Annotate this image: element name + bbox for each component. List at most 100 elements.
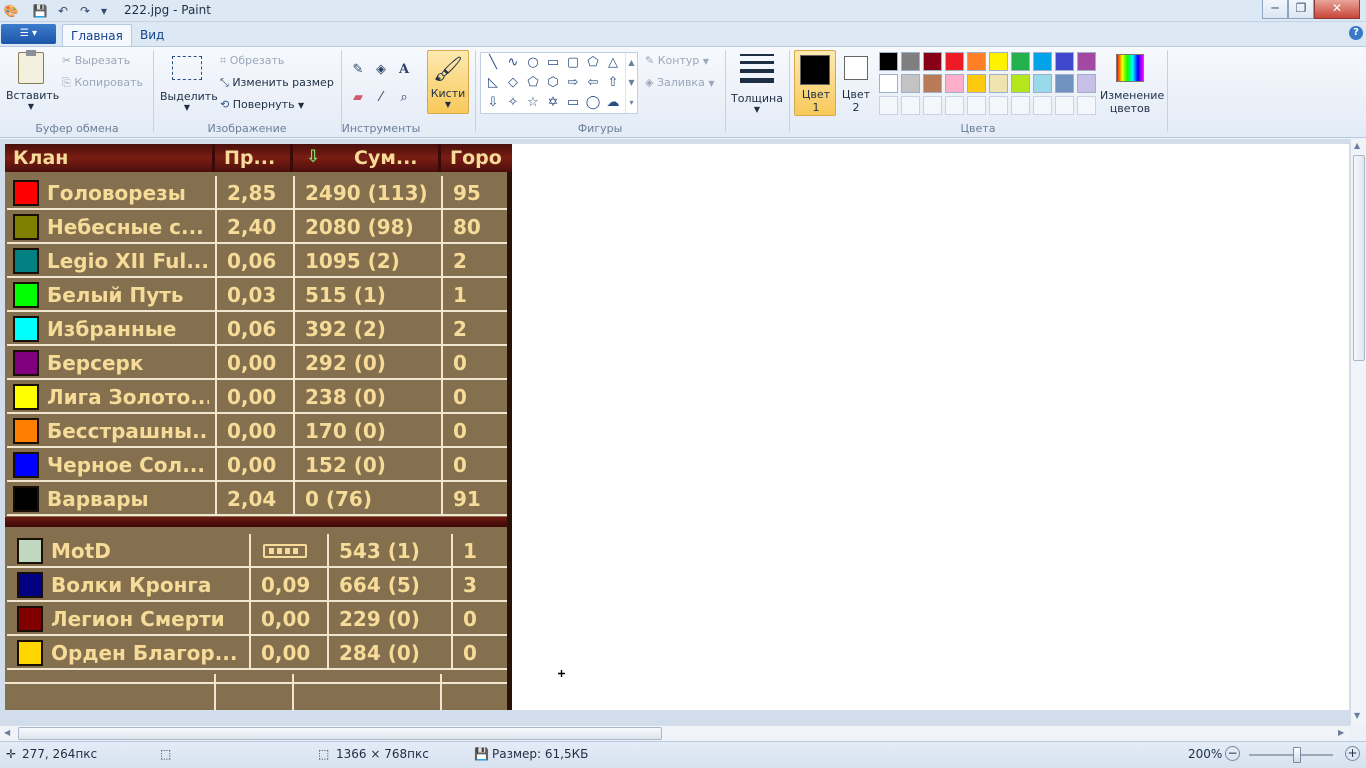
curve-shape-icon[interactable]: ∿ bbox=[503, 53, 523, 73]
pencil-icon[interactable]: ✎ bbox=[348, 60, 368, 80]
hexagon-shape-icon[interactable]: ⬡ bbox=[543, 73, 563, 93]
color-picker-icon[interactable]: ⁄ bbox=[371, 88, 391, 108]
zoom-slider-track[interactable] bbox=[1249, 754, 1333, 756]
scroll-down-icon[interactable]: ▼ bbox=[1354, 711, 1360, 720]
custom-color-slot[interactable] bbox=[879, 96, 898, 115]
oval-callout-shape-icon[interactable]: ◯ bbox=[583, 93, 603, 113]
fill-button[interactable]: ◈ Заливка ▼ bbox=[645, 76, 714, 89]
oval-shape-icon[interactable]: ○ bbox=[523, 53, 543, 73]
palette-swatch[interactable] bbox=[1055, 52, 1074, 71]
palette-swatch[interactable] bbox=[945, 52, 964, 71]
six-point-star-shape-icon[interactable]: ✡ bbox=[543, 93, 563, 113]
palette-swatch[interactable] bbox=[1077, 74, 1096, 93]
up-arrow-shape-icon[interactable]: ⇧ bbox=[603, 73, 623, 93]
rectangle-shape-icon[interactable]: ▭ bbox=[543, 53, 563, 73]
palette-swatch[interactable] bbox=[923, 74, 942, 93]
eraser-icon[interactable]: ▰ bbox=[348, 88, 368, 108]
palette-swatch[interactable] bbox=[967, 74, 986, 93]
left-arrow-shape-icon[interactable]: ⇦ bbox=[583, 73, 603, 93]
palette-swatch[interactable] bbox=[901, 74, 920, 93]
undo-icon[interactable]: ↶ bbox=[55, 3, 71, 19]
palette-swatch[interactable] bbox=[1033, 74, 1052, 93]
file-menu-button[interactable]: ☰ ▾ bbox=[1, 24, 56, 44]
custom-color-slot[interactable] bbox=[989, 96, 1008, 115]
close-button[interactable]: ✕ bbox=[1314, 0, 1360, 19]
grid-line bbox=[451, 534, 453, 568]
palette-swatch[interactable] bbox=[1011, 52, 1030, 71]
color1-button[interactable]: Цвет 1 bbox=[794, 50, 836, 116]
paint-app-icon[interactable]: 🎨 bbox=[3, 3, 19, 19]
crop-button[interactable]: ⌗ Обрезать bbox=[220, 54, 284, 68]
cut-button[interactable]: ✂ Вырезать bbox=[62, 54, 130, 67]
save-icon[interactable]: 💾 bbox=[32, 3, 48, 19]
horizontal-scrollbar[interactable]: ◀ ▶ bbox=[0, 725, 1350, 741]
rounded-rectangle-shape-icon[interactable]: ▢ bbox=[563, 53, 583, 73]
custom-color-slot[interactable] bbox=[967, 96, 986, 115]
copy-button[interactable]: ⎘ Копировать bbox=[62, 76, 143, 90]
palette-swatch[interactable] bbox=[945, 74, 964, 93]
rotate-button[interactable]: ⟲ Повернуть ▼ bbox=[220, 98, 304, 111]
palette-swatch[interactable] bbox=[989, 74, 1008, 93]
vertical-scroll-thumb[interactable] bbox=[1353, 155, 1365, 361]
scroll-right-icon[interactable]: ▶ bbox=[1338, 728, 1344, 737]
outline-button[interactable]: ✎ Контур ▼ bbox=[645, 54, 709, 67]
select-button[interactable]: Выделить ▼ bbox=[160, 52, 218, 112]
minimize-button[interactable]: ─ bbox=[1262, 0, 1288, 19]
custom-color-slot[interactable] bbox=[1033, 96, 1052, 115]
text-tool-icon[interactable]: A bbox=[394, 60, 414, 80]
zoom-out-button[interactable]: − bbox=[1225, 746, 1240, 761]
diamond-shape-icon[interactable]: ◇ bbox=[503, 73, 523, 93]
down-arrow-shape-icon[interactable]: ⇩ bbox=[483, 93, 503, 113]
custom-color-slot[interactable] bbox=[945, 96, 964, 115]
custom-color-slot[interactable] bbox=[1055, 96, 1074, 115]
palette-swatch[interactable] bbox=[1033, 52, 1052, 71]
rect-callout-shape-icon[interactable]: ▭ bbox=[563, 93, 583, 113]
palette-swatch[interactable] bbox=[901, 52, 920, 71]
shapes-scroll[interactable]: ▲ ▼ ▾ bbox=[625, 53, 637, 113]
edit-colors-button[interactable]: Изменение цветов bbox=[1100, 52, 1164, 115]
palette-swatch[interactable] bbox=[879, 74, 898, 93]
vertical-scrollbar[interactable]: ▲ ▼ bbox=[1350, 139, 1366, 725]
polygon-shape-icon[interactable]: ⬠ bbox=[583, 53, 603, 73]
custom-color-slot[interactable] bbox=[923, 96, 942, 115]
redo-icon[interactable]: ↷ bbox=[77, 3, 93, 19]
custom-color-slot[interactable] bbox=[1077, 96, 1096, 115]
palette-swatch[interactable] bbox=[967, 52, 986, 71]
tab-view[interactable]: Вид bbox=[132, 24, 172, 46]
palette-swatch[interactable] bbox=[1077, 52, 1096, 71]
clan-city: 0 bbox=[453, 385, 467, 409]
zoom-slider-thumb[interactable] bbox=[1293, 747, 1301, 763]
palette-swatch[interactable] bbox=[879, 52, 898, 71]
right-triangle-shape-icon[interactable]: ◺ bbox=[483, 73, 503, 93]
help-icon[interactable]: ? bbox=[1349, 26, 1363, 40]
maximize-button[interactable]: ❐ bbox=[1288, 0, 1314, 19]
clan-row: Волки Кронга 0,09 664 (5) 3 bbox=[7, 568, 507, 602]
horizontal-scroll-thumb[interactable] bbox=[18, 727, 662, 740]
color2-button[interactable]: Цвет 2 bbox=[839, 52, 873, 114]
magnifier-icon[interactable]: ⌕ bbox=[394, 88, 414, 108]
brushes-button[interactable]: 🖌 Кисти ▼ bbox=[427, 50, 469, 114]
five-point-star-shape-icon[interactable]: ☆ bbox=[523, 93, 543, 113]
scroll-up-icon[interactable]: ▲ bbox=[1354, 141, 1360, 150]
tab-home[interactable]: Главная bbox=[62, 24, 132, 46]
scroll-left-icon[interactable]: ◀ bbox=[4, 728, 10, 737]
pentagon-shape-icon[interactable]: ⬠ bbox=[523, 73, 543, 93]
fill-bucket-icon[interactable]: ◈ bbox=[371, 60, 391, 80]
right-arrow-shape-icon[interactable]: ⇨ bbox=[563, 73, 583, 93]
four-point-star-shape-icon[interactable]: ✧ bbox=[503, 93, 523, 113]
custom-color-slot[interactable] bbox=[901, 96, 920, 115]
custom-color-slot[interactable] bbox=[1011, 96, 1030, 115]
palette-swatch[interactable] bbox=[1055, 74, 1074, 93]
customize-quick-access-icon[interactable]: ▾ bbox=[96, 3, 112, 19]
triangle-shape-icon[interactable]: △ bbox=[603, 53, 623, 73]
zoom-in-button[interactable]: + bbox=[1345, 746, 1360, 761]
palette-swatch[interactable] bbox=[1011, 74, 1030, 93]
shapes-gallery[interactable]: ╲ ∿ ○ ▭ ▢ ⬠ △ ◺ ◇ ⬠ ⬡ ⇨ ⇦ ⇧ ⇩ ✧ ☆ ✡ ▭ ◯ … bbox=[480, 52, 638, 114]
resize-button[interactable]: ⤡ Изменить размер bbox=[220, 76, 334, 90]
palette-swatch[interactable] bbox=[923, 52, 942, 71]
thickness-button[interactable]: Толщина ▼ bbox=[730, 52, 784, 114]
line-shape-icon[interactable]: ╲ bbox=[483, 53, 503, 73]
paste-button[interactable]: Вставить ▼ bbox=[6, 50, 59, 111]
palette-swatch[interactable] bbox=[989, 52, 1008, 71]
cloud-callout-shape-icon[interactable]: ☁ bbox=[603, 93, 623, 113]
